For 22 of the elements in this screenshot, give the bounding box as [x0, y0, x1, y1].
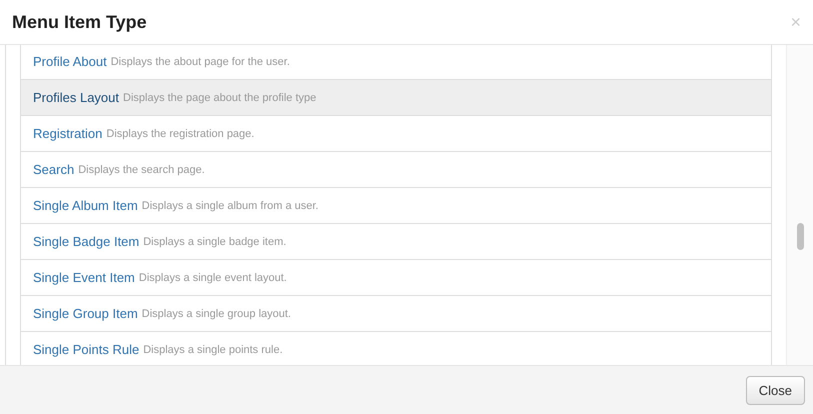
menu-type-link[interactable]: Registration	[33, 126, 102, 141]
menu-type-link[interactable]: Single Points Rule	[33, 342, 140, 357]
dialog-title: Menu Item Type	[12, 12, 147, 32]
menu-type-description: Displays a single album from a user.	[142, 200, 318, 212]
close-button[interactable]: Close	[746, 376, 805, 404]
menu-type-description: Displays a single event layout.	[138, 272, 287, 284]
menu-type-row[interactable]: Profiles Layout Displays the page about the profile type	[21, 80, 771, 116]
menu-type-description: Displays a single group layout.	[142, 308, 291, 320]
menu-type-link[interactable]: Single Event Item	[33, 270, 135, 285]
menu-type-link[interactable]: Single Badge Item	[33, 234, 140, 249]
menu-type-description: Displays the registration page.	[106, 128, 254, 140]
menu-type-link[interactable]: Profiles Layout	[33, 90, 119, 105]
menu-type-link[interactable]: Profile About	[33, 54, 107, 69]
menu-type-description: Displays the page about the profile type	[123, 92, 316, 104]
menu-type-link[interactable]: Single Group Item	[33, 306, 138, 321]
menu-type-description: Displays the search page.	[78, 164, 205, 176]
menu-type-description: Displays a single points rule.	[143, 344, 283, 356]
menu-type-link[interactable]: Single Album Item	[33, 198, 138, 213]
menu-type-link[interactable]: Search	[33, 162, 74, 177]
menu-type-description: Displays the about page for the user.	[110, 56, 290, 68]
menu-type-description: Displays a single badge item.	[143, 236, 286, 248]
scrollbar-thumb[interactable]	[796, 223, 804, 250]
